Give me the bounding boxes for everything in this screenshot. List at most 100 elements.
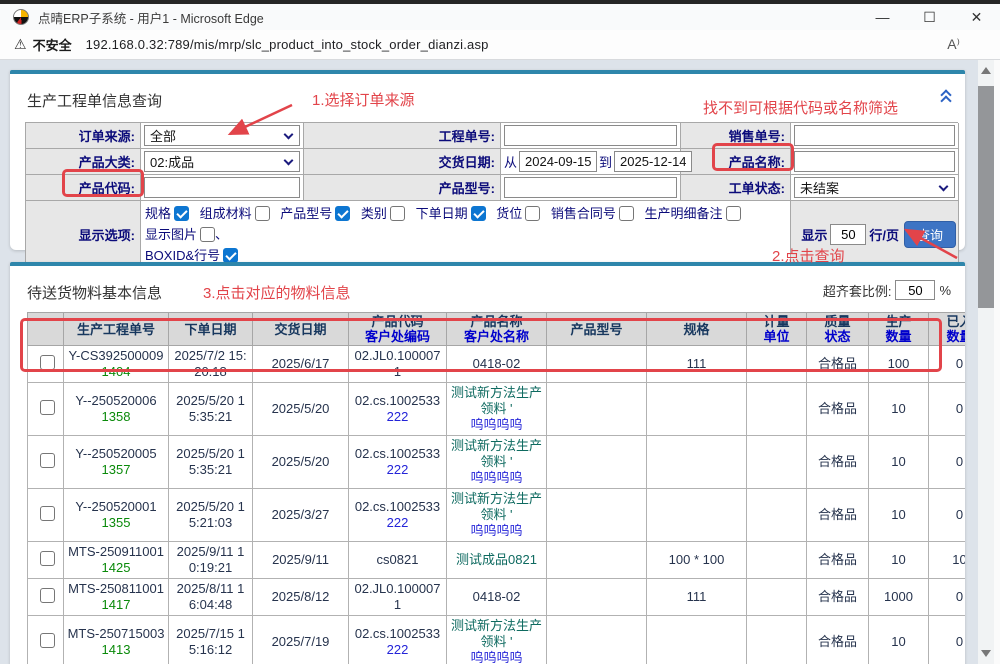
cell-unit xyxy=(747,579,807,616)
row-checkbox[interactable] xyxy=(40,400,55,415)
product-code-input[interactable] xyxy=(150,180,294,195)
display-option[interactable]: 销售合同号 xyxy=(551,203,634,224)
display-option[interactable]: 类别 xyxy=(361,203,405,224)
column-header: 下单日期 xyxy=(169,313,253,346)
chevron-down-icon xyxy=(284,156,294,166)
checkbox[interactable] xyxy=(223,248,238,263)
table-row[interactable]: Y--25052000113552025/5/20 15:21:032025/3… xyxy=(28,489,966,542)
row-checkbox-cell xyxy=(28,346,64,383)
model-input[interactable] xyxy=(510,180,671,195)
maximize-button[interactable]: ☐ xyxy=(906,4,953,30)
scroll-up-icon[interactable] xyxy=(981,67,991,74)
display-option[interactable]: 生产明细备注 xyxy=(644,203,740,224)
table-row[interactable]: MTS-25081100114172025/8/11 16:04:482025/… xyxy=(28,579,966,616)
cell-delivery-date: 2025/8/12 xyxy=(253,579,349,616)
cell-model xyxy=(547,383,647,436)
display-option[interactable]: 显示图片 、 xyxy=(145,224,228,245)
table-row[interactable]: MTS-25071500314132025/7/15 15:16:122025/… xyxy=(28,616,966,664)
table-row[interactable]: Y--25052000513572025/5/20 15:35:212025/5… xyxy=(28,436,966,489)
cell-done-qty: 0 xyxy=(929,616,966,664)
ratio-label: 超齐套比例: xyxy=(823,281,892,300)
display-option-label: 组成材料 xyxy=(200,203,252,224)
checkbox[interactable] xyxy=(200,227,215,242)
display-option[interactable]: 下单日期 xyxy=(416,203,486,224)
cell-model xyxy=(547,542,647,579)
status-select[interactable]: 未结案 xyxy=(794,177,955,198)
not-secure-warning-icon: ⚠ xyxy=(14,36,27,53)
cell-qty: 10 xyxy=(869,489,929,542)
cell-order-no: MTS-2509110011425 xyxy=(64,542,169,579)
cell-qty: 10 xyxy=(869,616,929,664)
cell-delivery-date: 2025/6/17 xyxy=(253,346,349,383)
scroll-down-icon[interactable] xyxy=(981,650,991,657)
vertical-scrollbar[interactable] xyxy=(978,60,994,664)
project-no-input[interactable] xyxy=(510,128,671,143)
delivery-from-input[interactable] xyxy=(525,154,591,169)
row-checkbox-cell xyxy=(28,383,64,436)
product-name-input[interactable] xyxy=(800,154,949,169)
scrollbar-thumb[interactable] xyxy=(978,86,994,308)
row-checkbox[interactable] xyxy=(40,355,55,370)
row-checkbox[interactable] xyxy=(40,506,55,521)
sales-no-input[interactable] xyxy=(800,128,949,143)
row-checkbox[interactable] xyxy=(40,633,55,648)
materials-panel: 待送货物料基本信息 3.点击对应的物料信息 超齐套比例: % 生产工程单号下单日… xyxy=(10,262,965,664)
page-size-input[interactable] xyxy=(830,224,866,245)
cell-spec: 100 * 100 xyxy=(647,542,747,579)
display-option[interactable]: 货位 xyxy=(496,203,540,224)
cell-quality: 合格品 xyxy=(807,346,869,383)
row-checkbox-cell xyxy=(28,489,64,542)
search-button[interactable]: 查询 xyxy=(904,221,956,248)
cell-product-name: 0418-02 xyxy=(447,579,547,616)
table-row[interactable]: MTS-25091100114252025/9/11 10:19:212025/… xyxy=(28,542,966,579)
column-header xyxy=(28,313,64,346)
read-aloud-icon[interactable]: A⁾ xyxy=(947,36,960,53)
annotation-step3: 3.点击对应的物料信息 xyxy=(203,282,351,303)
chevron-down-icon xyxy=(284,130,294,140)
row-checkbox[interactable] xyxy=(40,453,55,468)
ratio-input[interactable] xyxy=(895,280,935,300)
display-option[interactable]: 组成材料 xyxy=(200,203,270,224)
row-checkbox[interactable] xyxy=(40,588,55,603)
url-text[interactable]: 192.168.0.32:789/mis/mrp/slc_product_int… xyxy=(86,37,489,52)
cell-model xyxy=(547,489,647,542)
browser-window: 点晴ERP子系统 - 用户1 - Microsoft Edge — ☐ ✕ ⚠ … xyxy=(0,0,1000,664)
row-checkbox-cell xyxy=(28,436,64,489)
cell-order-no: MTS-2507150031413 xyxy=(64,616,169,664)
table-row[interactable]: Y--25052000613582025/5/20 15:35:212025/5… xyxy=(28,383,966,436)
category-select[interactable]: 02:成品 xyxy=(144,151,300,172)
title-bar: 点晴ERP子系统 - 用户1 - Microsoft Edge — ☐ ✕ xyxy=(0,4,1000,30)
collapse-panel-icon[interactable] xyxy=(939,90,953,104)
checkbox[interactable] xyxy=(390,206,405,221)
materials-table: 生产工程单号下单日期交货日期产品代码客户处编码产品名称客户处名称产品型号规格计量… xyxy=(27,312,965,664)
cell-spec: 111 xyxy=(647,346,747,383)
checkbox[interactable] xyxy=(619,206,634,221)
checkbox[interactable] xyxy=(255,206,270,221)
checkbox[interactable] xyxy=(525,206,540,221)
checkbox[interactable] xyxy=(471,206,486,221)
table-row[interactable]: Y-CS39250000914042025/7/2 15:20:182025/6… xyxy=(28,346,966,383)
cell-order-no: Y--2505200051357 xyxy=(64,436,169,489)
row-checkbox[interactable] xyxy=(40,551,55,566)
cell-model xyxy=(547,346,647,383)
close-button[interactable]: ✕ xyxy=(953,4,1000,30)
checkbox[interactable] xyxy=(335,206,350,221)
order-source-select[interactable]: 全部 xyxy=(144,125,300,146)
display-option[interactable]: 产品型号 xyxy=(280,203,350,224)
security-label[interactable]: 不安全 xyxy=(33,35,72,54)
page-size-prefix: 显示 xyxy=(801,225,827,244)
cell-qty: 10 xyxy=(869,542,929,579)
cell-product-name: 测试成品0821 xyxy=(447,542,547,579)
cell-product-code: 02.cs.1002533222 xyxy=(349,383,447,436)
cell-order-date: 2025/5/20 15:35:21 xyxy=(169,383,253,436)
checkbox[interactable] xyxy=(174,206,189,221)
checkbox[interactable] xyxy=(726,206,741,221)
display-option[interactable]: 规格 xyxy=(145,203,189,224)
display-option-label: 类别 xyxy=(361,203,387,224)
cell-qty: 100 xyxy=(869,346,929,383)
minimize-button[interactable]: — xyxy=(859,4,906,30)
delivery-to-input[interactable] xyxy=(620,154,686,169)
chevron-down-icon xyxy=(939,182,949,192)
category-label: 产品大类: xyxy=(26,149,141,175)
cell-unit xyxy=(747,436,807,489)
